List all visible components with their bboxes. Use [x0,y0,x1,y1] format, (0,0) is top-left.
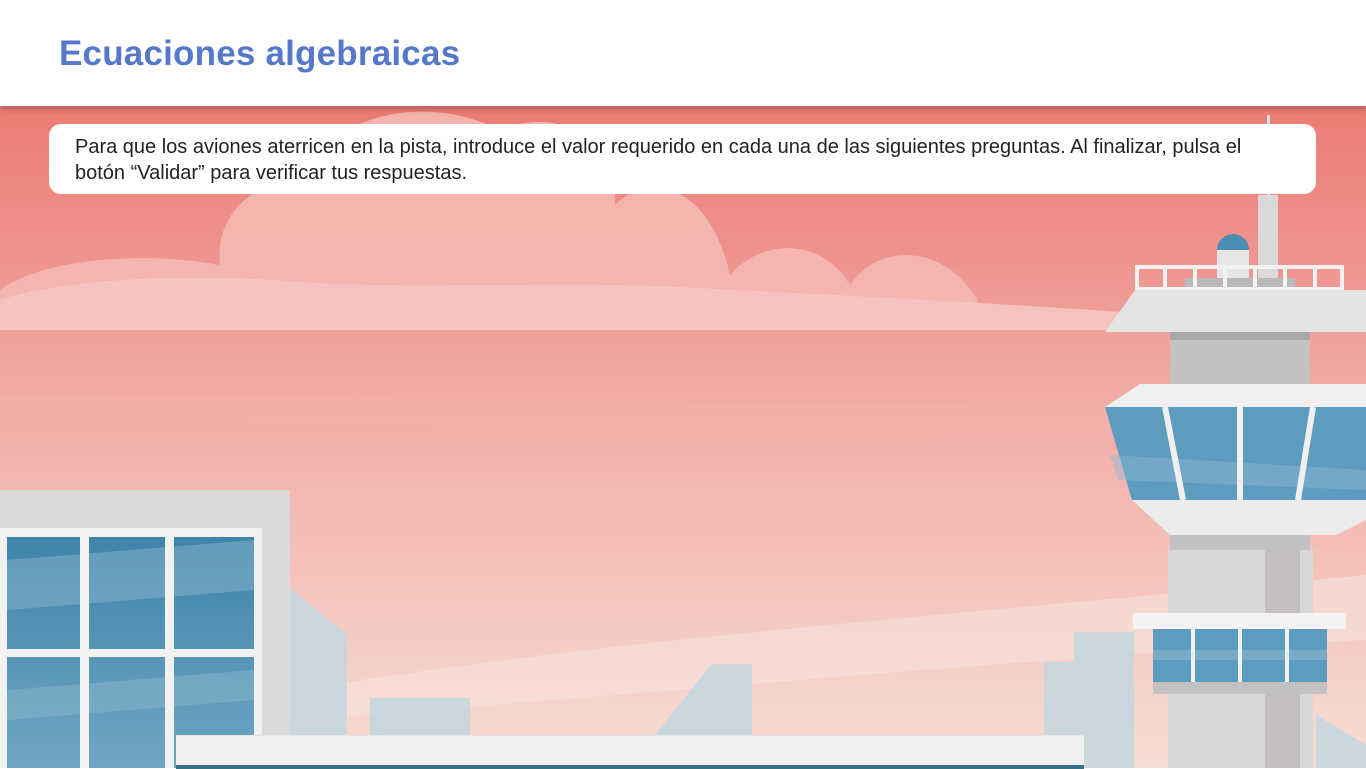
terminal-building [0,490,290,768]
runway-panel [176,735,1084,769]
runway-panel-edge [176,765,1084,769]
page-title: Ecuaciones algebraicas [59,34,461,73]
instructions-box: Para que los aviones aterricen en la pis… [49,124,1316,194]
header-bar: Ecuaciones algebraicas [0,0,1366,106]
airport-background-illustration [0,106,1366,768]
instructions-text: Para que los aviones aterricen en la pis… [75,136,1242,184]
